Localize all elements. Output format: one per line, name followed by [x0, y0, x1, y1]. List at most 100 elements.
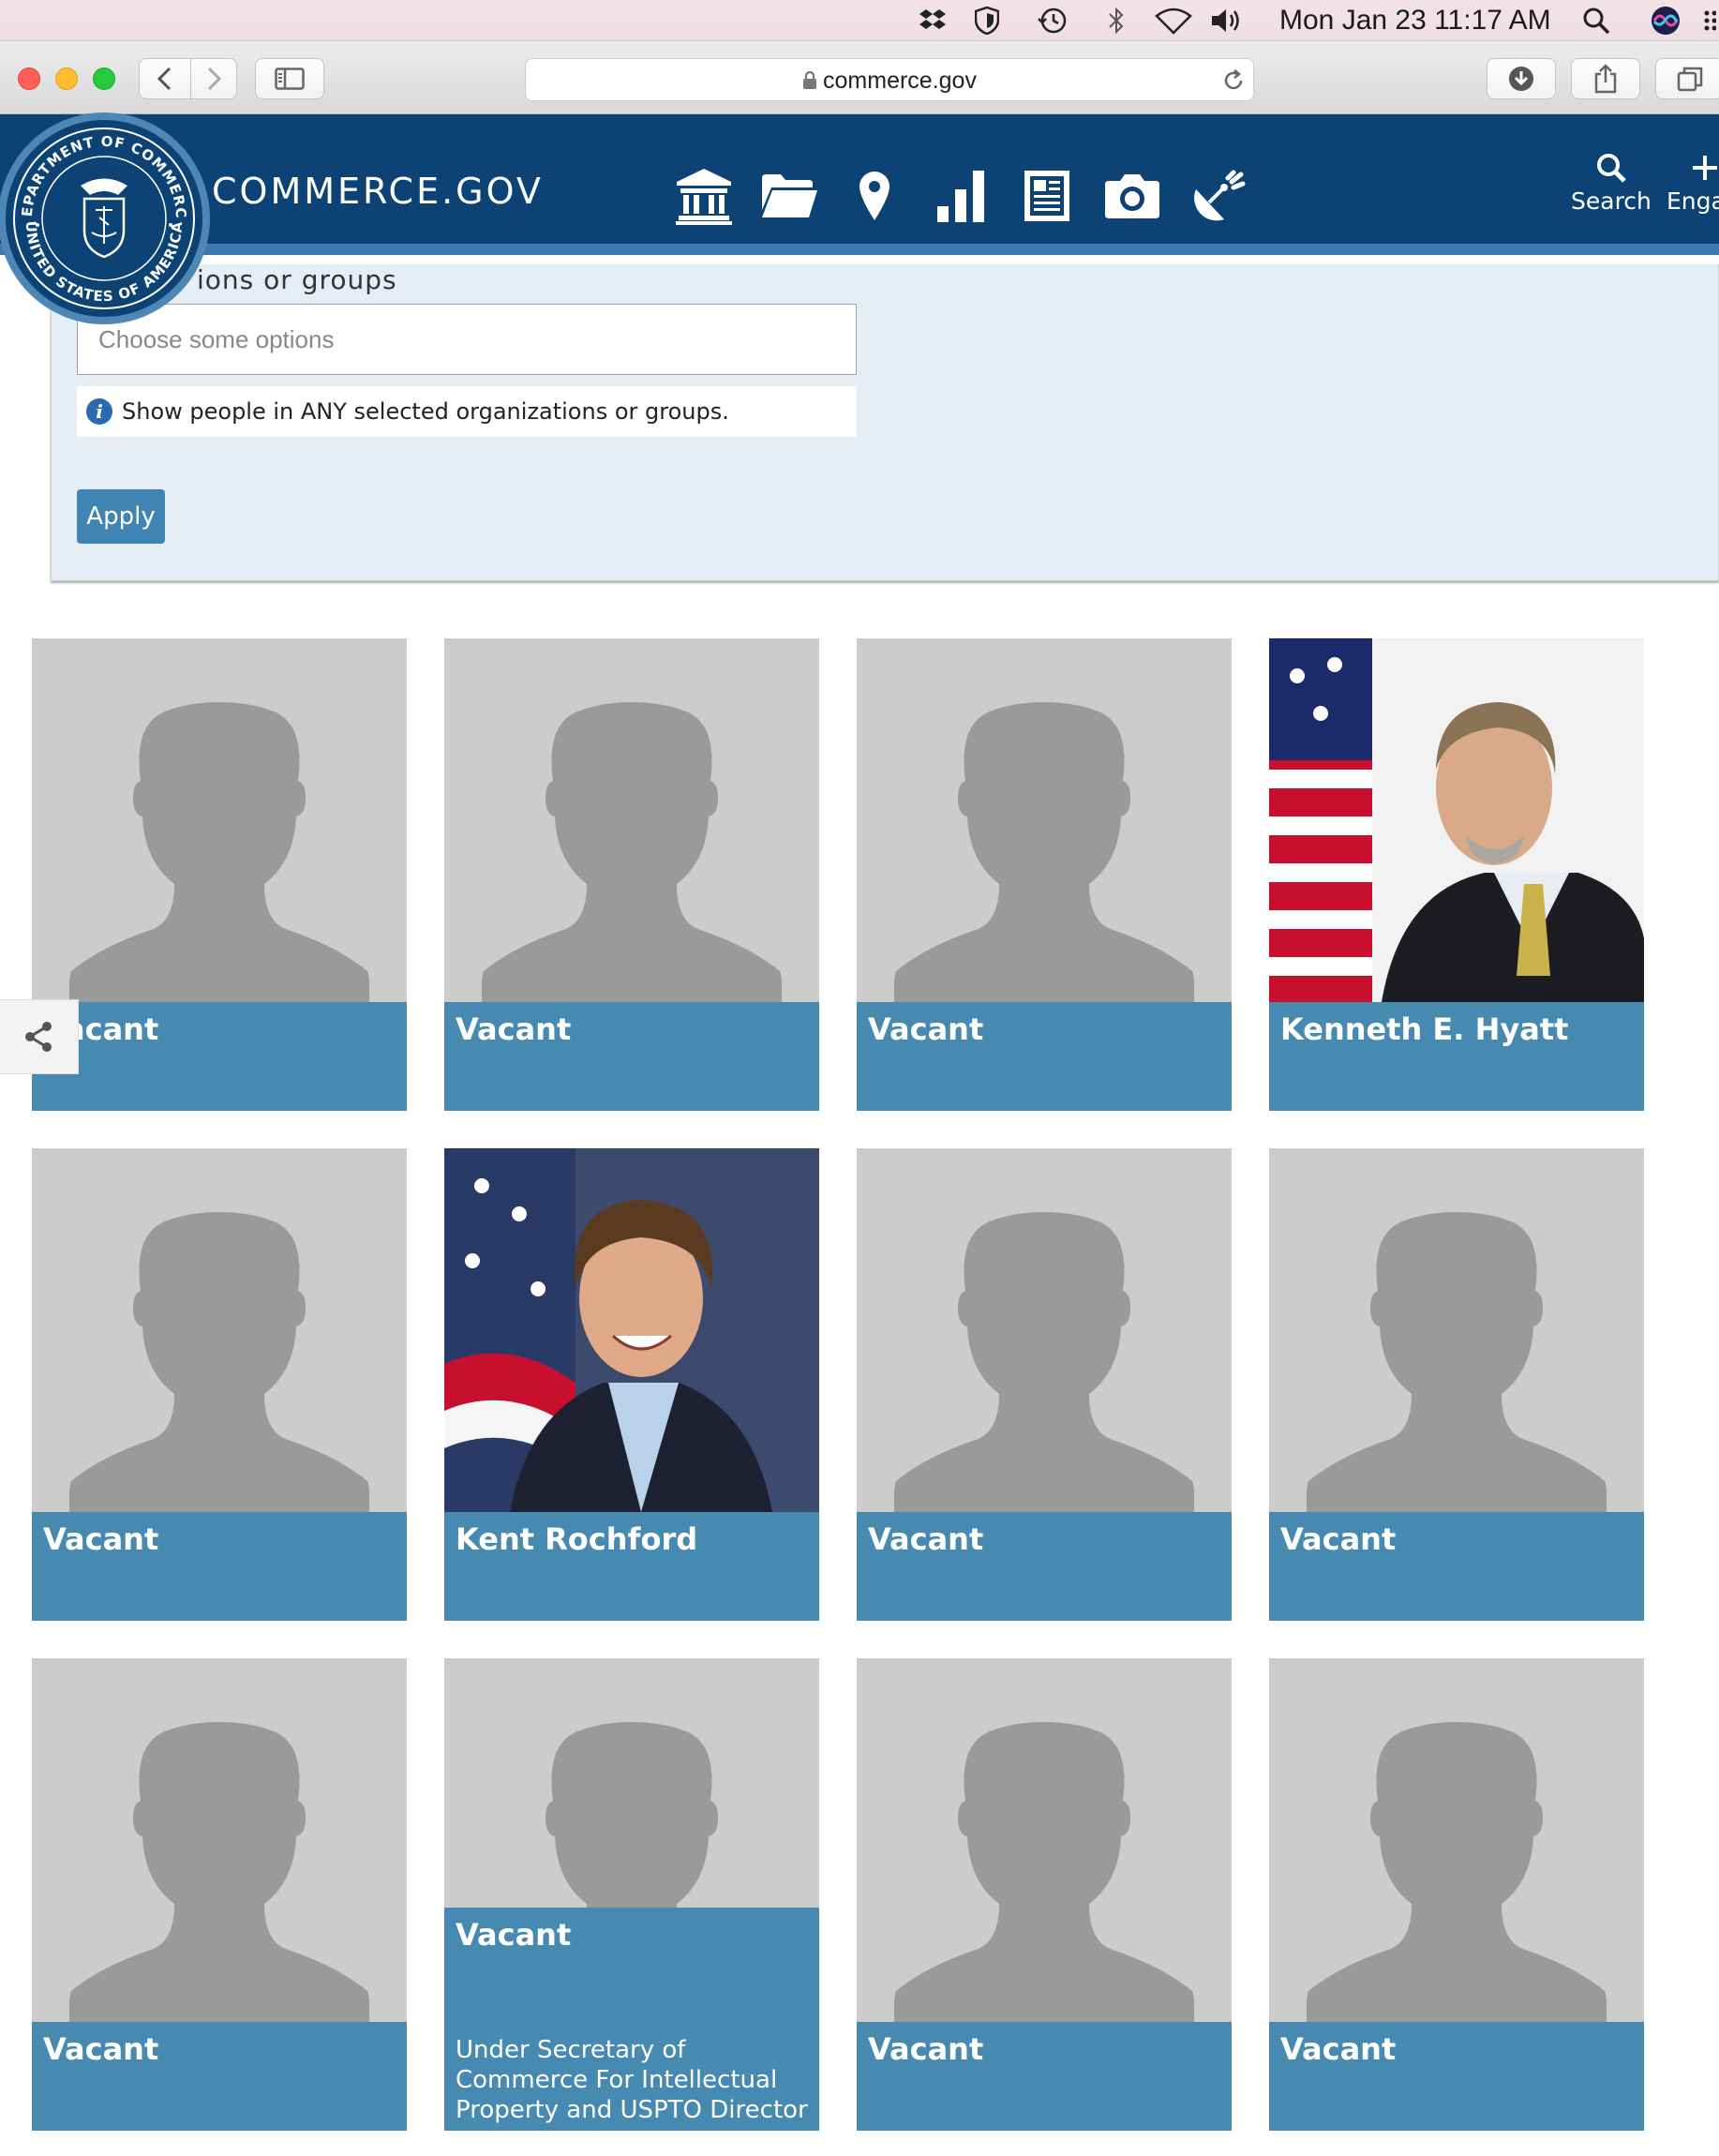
person-name-bar[interactable]: Vacant [32, 2022, 407, 2131]
site-title[interactable]: COMMERCE.GOV [212, 171, 544, 212]
person-card[interactable]: Vacant Under Secretary of Commerce For In… [444, 1658, 819, 2131]
reload-icon[interactable] [1221, 68, 1246, 93]
placeholder-silhouette-icon[interactable] [444, 638, 819, 1002]
person-card[interactable]: Kent Rochford [444, 1148, 819, 1621]
engage-label: Enga [1667, 187, 1719, 215]
address-bar[interactable]: commerce.gov [525, 58, 1254, 101]
download-icon [1509, 67, 1533, 91]
person-name[interactable]: Vacant [868, 2031, 983, 2067]
person-name[interactable]: Vacant [456, 1011, 571, 1047]
person-title: Under Secretary of Commerce For Intellec… [456, 2036, 808, 2124]
engage-button[interactable]: Enga [1667, 152, 1719, 215]
person-card[interactable]: Vacant [857, 638, 1232, 1111]
url-text: commerce.gov [823, 67, 977, 94]
search-button[interactable]: Search [1571, 152, 1652, 215]
search-label: Search [1571, 187, 1652, 215]
apply-button[interactable]: Apply [77, 489, 165, 544]
person-card[interactable]: Vacant [32, 1658, 407, 2131]
back-button[interactable] [139, 58, 191, 99]
person-name[interactable]: Kenneth E. Hyatt [1280, 1011, 1568, 1047]
person-card[interactable]: Vacant [857, 1658, 1232, 2131]
person-card[interactable]: Vacant [444, 638, 819, 1111]
forward-button[interactable] [190, 58, 237, 99]
placeholder-silhouette-icon[interactable] [857, 638, 1232, 1002]
wifi-icon[interactable] [1153, 6, 1194, 36]
organizations-select[interactable]: Choose some options [77, 304, 857, 375]
satellite-dish-icon[interactable] [1188, 163, 1249, 229]
placeholder-silhouette-icon[interactable] [32, 1658, 407, 2022]
tabs-icon [1677, 67, 1703, 92]
share-nodes-icon [24, 1022, 52, 1052]
person-card[interactable]: Vacant [32, 1148, 407, 1621]
close-window-button[interactable] [18, 67, 40, 90]
sidebar-icon [275, 67, 305, 90]
placeholder-silhouette-icon[interactable] [857, 1658, 1232, 2022]
person-name[interactable]: Vacant [1280, 1521, 1396, 1557]
newspaper-icon[interactable] [1016, 163, 1078, 229]
siri-icon[interactable] [1650, 6, 1682, 36]
person-name-bar[interactable]: Kent Rochford [444, 1512, 819, 1621]
person-name[interactable]: Vacant [1280, 2031, 1396, 2067]
info-icon: i [86, 398, 112, 425]
placeholder-silhouette-icon[interactable] [1269, 1148, 1644, 1512]
volume-icon[interactable] [1209, 6, 1247, 36]
person-card[interactable]: Vacant [857, 1148, 1232, 1621]
filter-help: i Show people in ANY selected organizati… [77, 386, 857, 437]
share-icon [1594, 64, 1617, 94]
person-name-bar[interactable]: Vacant Under Secretary of Commerce For In… [444, 1908, 819, 2131]
person-name-bar[interactable]: Vacant [32, 1512, 407, 1621]
placeholder-silhouette-icon[interactable] [1269, 1658, 1644, 2022]
minimize-window-button[interactable] [55, 67, 78, 90]
bar-chart-icon[interactable] [930, 163, 992, 229]
filter-help-text: Show people in ANY selected organization… [122, 398, 729, 425]
menu-extras-icon[interactable] [1700, 6, 1719, 36]
lock-icon [803, 70, 817, 89]
person-card[interactable]: Kenneth E. Hyatt [1269, 638, 1644, 1111]
share-button[interactable] [1571, 58, 1640, 99]
person-name[interactable]: Vacant [868, 1011, 983, 1047]
person-card[interactable]: Vacant [1269, 1658, 1644, 2131]
person-name-bar[interactable]: Vacant [1269, 2022, 1644, 2131]
placeholder-silhouette-icon[interactable] [32, 638, 407, 1002]
organizations-filter-label: ions or groups [197, 264, 397, 295]
person-name[interactable]: Vacant [43, 2031, 158, 2067]
person-name-bar[interactable]: Vacant [32, 1002, 407, 1111]
person-photo[interactable] [444, 1148, 819, 1512]
zoom-window-button[interactable] [93, 67, 115, 90]
url-display[interactable]: commerce.gov [526, 59, 1253, 102]
map-pin-icon[interactable] [844, 163, 905, 229]
person-card[interactable]: Vacant [1269, 1148, 1644, 1621]
downloads-button[interactable] [1487, 58, 1556, 99]
menu-clock[interactable]: Mon Jan 23 11:17 AM [1279, 4, 1551, 37]
person-name[interactable]: Vacant [868, 1521, 983, 1557]
person-name-bar[interactable]: Vacant [444, 1002, 819, 1111]
person-name-bar[interactable]: Vacant [857, 1002, 1232, 1111]
person-name[interactable]: Vacant [456, 1917, 571, 1953]
person-name-bar[interactable]: Vacant [1269, 1512, 1644, 1621]
mac-menu-bar: Mon Jan 23 11:17 AM [0, 0, 1719, 41]
site-header: COMMERCE.GOV Search Enga [0, 114, 1719, 255]
person-name-bar[interactable]: Vacant [857, 2022, 1232, 2131]
camera-icon[interactable] [1101, 163, 1163, 229]
person-name[interactable]: Kent Rochford [456, 1521, 697, 1557]
person-photo[interactable] [1269, 638, 1644, 1002]
bluetooth-icon[interactable] [1102, 6, 1130, 36]
folder-icon[interactable] [758, 163, 820, 229]
person-name-bar[interactable]: Vacant [857, 1512, 1232, 1621]
forward-icon [207, 67, 222, 91]
dropbox-icon[interactable] [917, 6, 949, 36]
placeholder-silhouette-icon[interactable] [32, 1148, 407, 1512]
share-floating-button[interactable] [0, 999, 79, 1074]
person-name-bar[interactable]: Kenneth E. Hyatt [1269, 1002, 1644, 1111]
sidebar-button[interactable] [255, 58, 324, 99]
back-icon [157, 67, 172, 91]
person-name[interactable]: Vacant [43, 1521, 158, 1557]
bank-icon[interactable] [673, 163, 735, 229]
person-card[interactable]: Vacant [32, 638, 407, 1111]
time-machine-icon[interactable] [1035, 6, 1070, 36]
spotlight-icon[interactable] [1580, 6, 1612, 36]
shield-icon[interactable] [971, 6, 1003, 36]
placeholder-silhouette-icon[interactable] [857, 1148, 1232, 1512]
commerce-seal-logo[interactable]: DEPARTMENT OF COMMERCE UNITED STATES OF … [0, 112, 210, 324]
tabs-button[interactable] [1655, 58, 1719, 99]
